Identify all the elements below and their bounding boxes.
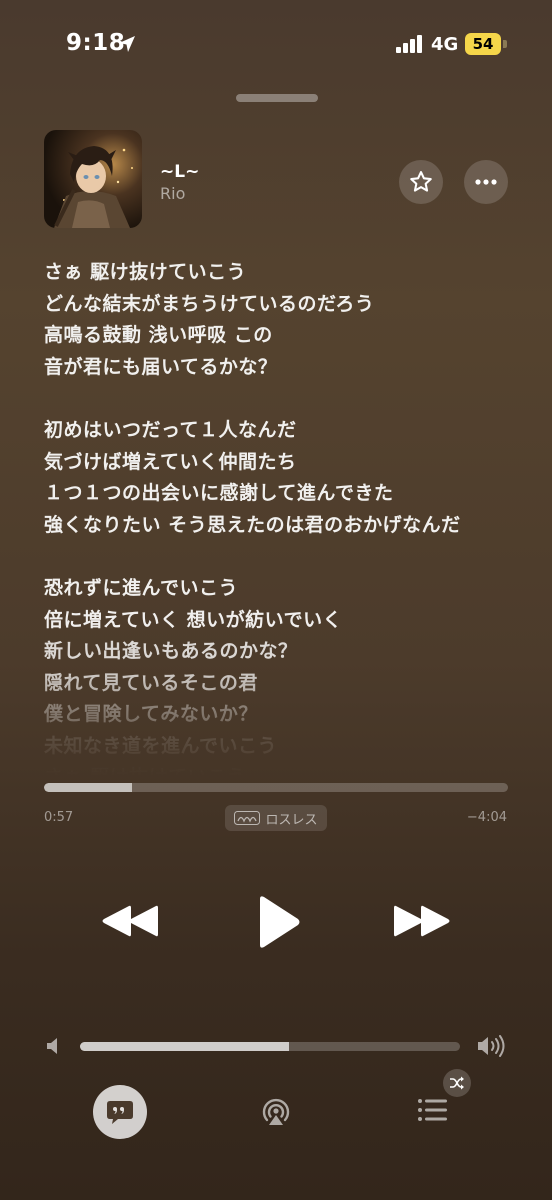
lyric-line[interactable]: 初めはいつだって１人なんだ <box>44 415 534 447</box>
artist-name[interactable]: Rio <box>160 184 185 203</box>
lyrics-view[interactable]: さぁ 駆け抜けていこう どんな結末がまちうけているのだろう 高鳴る鼓動 浅い呼吸… <box>44 257 534 779</box>
remaining-time: −4:04 <box>466 810 507 825</box>
volume-low-icon <box>47 1038 57 1054</box>
lyric-line[interactable]: 音が君にも届いてるかな？ <box>44 352 534 384</box>
ellipsis-icon <box>475 179 497 185</box>
play-icon <box>260 896 300 948</box>
volume-slider[interactable] <box>80 1042 460 1051</box>
playback-progress-fill <box>44 783 133 792</box>
star-icon <box>410 171 432 192</box>
anime-character-artwork <box>44 130 142 228</box>
battery-level: 54 <box>465 33 501 55</box>
lyrics-quote-bubble-icon <box>107 1101 133 1124</box>
lyric-line[interactable]: 気づけば増えていく仲間たち <box>44 447 534 479</box>
network-type: 4G <box>431 34 459 55</box>
lossless-badge[interactable]: ロスレス <box>225 805 327 831</box>
lyric-line[interactable]: 僕と冒険してみないか？ <box>44 699 534 731</box>
lossless-label: ロスレス <box>265 812 318 828</box>
elapsed-time: 0:57 <box>44 810 74 825</box>
volume-level-fill <box>80 1042 289 1051</box>
fast-forward-button[interactable] <box>390 896 454 946</box>
lyrics-toggle-button[interactable] <box>93 1085 147 1139</box>
song-title[interactable]: ~L~ <box>160 162 199 182</box>
lyric-line[interactable]: １つ１つの出会いに感謝して進んできた <box>44 478 534 510</box>
lyrics-stanza: 初めはいつだって１人なんだ 気づけば増えていく仲間たち １つ１つの出会いに感謝し… <box>44 415 534 541</box>
lyric-line[interactable]: 隠れて見ているそこの君 <box>44 668 534 700</box>
lossless-wave-icon <box>234 811 261 825</box>
lyric-line[interactable]: 高鳴る鼓動 浅い呼吸 この <box>44 320 534 352</box>
lyric-line[interactable]: 新しい出逢いもあるのかな？ <box>44 636 534 668</box>
shuffle-indicator[interactable] <box>443 1069 471 1097</box>
cellular-signal-icon <box>396 35 422 53</box>
lyric-line[interactable]: どんな結末がまちうけているのだろう <box>44 289 534 321</box>
shuffle-icon <box>450 1076 464 1090</box>
queue-button[interactable] <box>412 1092 454 1128</box>
lyric-line[interactable]: 未知なき道を進んでいこう <box>44 731 534 763</box>
favorite-button[interactable] <box>399 160 443 204</box>
rewind-button[interactable] <box>98 896 162 946</box>
airplay-icon <box>262 1098 290 1125</box>
location-arrow-icon <box>119 36 135 52</box>
volume-high-icon <box>478 1035 505 1057</box>
status-bar: 9:18 4G 54 <box>0 0 552 92</box>
lyrics-stanza: 恐れずに進んでいこう 倍に増えていく 想いが紡いでいく 新しい出逢いもあるのかな… <box>44 573 534 779</box>
play-button[interactable] <box>248 890 308 954</box>
more-options-button[interactable] <box>464 160 508 204</box>
airplay-button[interactable] <box>256 1092 296 1132</box>
battery-nub <box>503 40 507 48</box>
album-artwork[interactable] <box>44 130 142 228</box>
lyric-line[interactable]: 強くなりたい そう思えたのは君のおかげなんだ <box>44 510 534 542</box>
lyric-line[interactable]: 倍に増えていく 想いが紡いでいく <box>44 605 534 637</box>
playback-scrubber[interactable] <box>44 783 508 792</box>
battery-indicator: 54 <box>465 33 507 55</box>
lyric-line[interactable]: さぁ 駆け抜けていこう <box>44 762 534 779</box>
lyric-line[interactable]: さぁ 駆け抜けていこう <box>44 257 534 289</box>
rewind-icon <box>102 905 158 937</box>
queue-list-icon <box>418 1099 447 1121</box>
fast-forward-icon <box>394 905 450 937</box>
lyrics-stanza: さぁ 駆け抜けていこう どんな結末がまちうけているのだろう 高鳴る鼓動 浅い呼吸… <box>44 257 534 383</box>
lyric-line[interactable]: 恐れずに進んでいこう <box>44 573 534 605</box>
sheet-grabber[interactable] <box>236 94 318 102</box>
